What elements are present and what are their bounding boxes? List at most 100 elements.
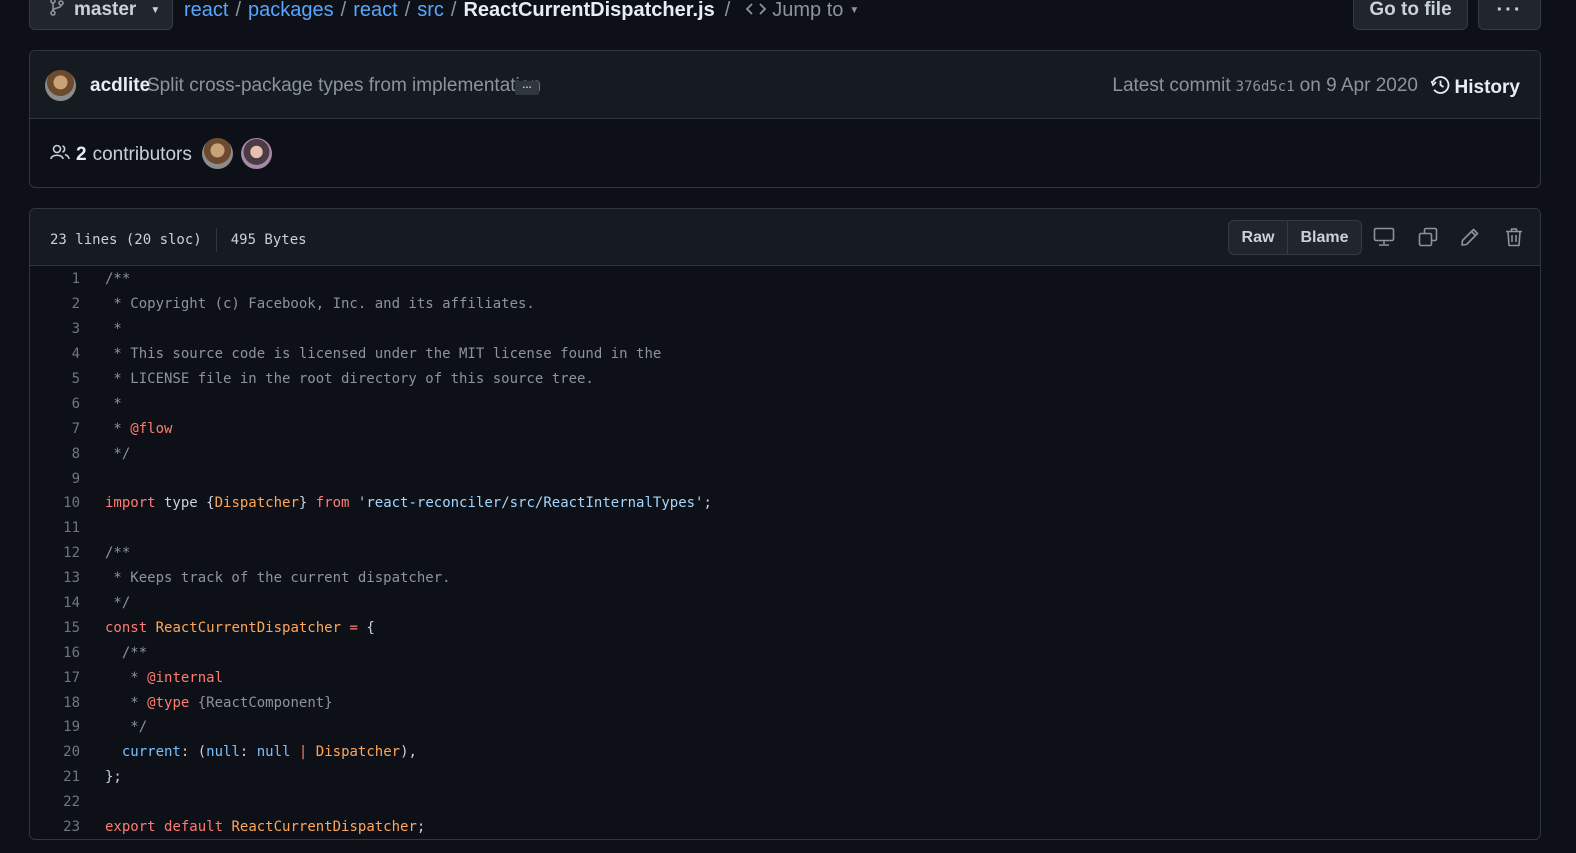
contributors-label: contributors [92, 144, 192, 165]
desktop-icon[interactable] [1373, 226, 1395, 248]
latest-commit-box: acdlite Split cross-package types from i… [29, 50, 1541, 188]
line-number[interactable]: 10 [30, 495, 80, 511]
code-line: 2 * Copyright (c) Facebook, Inc. and its… [30, 292, 1540, 317]
more-options-button[interactable]: ··· [1478, 0, 1541, 30]
code-text: * This source code is licensed under the… [105, 346, 661, 362]
code-text: /** [105, 545, 130, 561]
code-line: 13 * Keeps track of the current dispatch… [30, 566, 1540, 591]
code-token: * This source code is licensed under the… [105, 346, 662, 363]
contributors-row: 2 contributors [30, 119, 1540, 189]
line-number[interactable]: 5 [30, 371, 80, 387]
line-number[interactable]: 13 [30, 570, 80, 586]
code-text: */ [105, 595, 130, 611]
code-line: 7 * @flow [30, 416, 1540, 441]
line-number[interactable]: 14 [30, 595, 80, 611]
pencil-icon[interactable] [1459, 226, 1481, 248]
history-button[interactable]: History [1430, 75, 1520, 101]
code-text: */ [105, 446, 130, 462]
code-token: /** [105, 644, 148, 661]
breadcrumb-link-repo[interactable]: react [184, 0, 228, 22]
breadcrumb-link-src[interactable]: src [417, 0, 444, 22]
commit-message[interactable]: Split cross-package types from implement… [147, 75, 541, 97]
author-avatar[interactable] [45, 70, 76, 101]
line-number[interactable]: 22 [30, 794, 80, 810]
code-text: * @flow [105, 421, 172, 437]
code-line: 15 const ReactCurrentDispatcher = { [30, 615, 1540, 640]
file-info: 23 lines (20 sloc) 495 Bytes [50, 228, 307, 252]
code-text: * [105, 321, 122, 338]
contributors-count: 2 [76, 144, 87, 165]
code-token: ReactCurrentDispatcher [155, 619, 342, 636]
line-number[interactable]: 12 [30, 545, 80, 561]
line-number[interactable]: 2 [30, 296, 80, 312]
line-number[interactable]: 3 [30, 321, 80, 337]
copy-icon[interactable] [1417, 226, 1439, 248]
line-number[interactable]: 17 [30, 670, 80, 686]
line-number[interactable]: 4 [30, 346, 80, 362]
code-line: 16 /** [30, 640, 1540, 665]
breadcrumb: react / packages / react / src / ReactCu… [184, 0, 860, 22]
breadcrumb-link-packages[interactable]: packages [248, 0, 334, 22]
branch-name: master [74, 0, 137, 20]
file-header: 23 lines (20 sloc) 495 Bytes Raw Blame [30, 209, 1540, 266]
contributors-link[interactable]: 2 contributors [50, 143, 192, 167]
code-token: : ( [180, 744, 207, 761]
chevron-down-icon: ▼ [849, 4, 860, 16]
line-number[interactable]: 16 [30, 645, 80, 661]
raw-button[interactable]: Raw [1229, 221, 1288, 254]
code-token: * Keeps track of the current dispatcher. [105, 570, 451, 587]
line-count: 23 lines (20 sloc) [50, 232, 202, 248]
code-token: * Copyright (c) Facebook, Inc. and its a… [105, 296, 535, 313]
code-token: {ReactComponent} [189, 694, 333, 711]
code-token: ; [703, 495, 712, 512]
expand-commit-message-button[interactable]: … [515, 81, 539, 95]
code-line: 9 [30, 466, 1540, 491]
contributor-avatar[interactable] [202, 138, 233, 169]
code-token: current [121, 744, 181, 761]
code-line: 20 current: (null: null | Dispatcher), [30, 740, 1540, 765]
line-number[interactable]: 21 [30, 769, 80, 785]
commit-author[interactable]: acdlite [90, 75, 150, 97]
line-number[interactable]: 6 [30, 396, 80, 412]
code-text: * @type {ReactComponent} [105, 694, 333, 711]
commit-sha-link[interactable]: 376d5c1 [1236, 79, 1295, 95]
code-token: Dispatcher [214, 495, 299, 512]
git-branch-icon [50, 0, 64, 22]
line-number[interactable]: 7 [30, 421, 80, 437]
jump-to-button[interactable]: Jump to ▼ [745, 0, 860, 22]
code-listing: 1 /** 2 * Copyright (c) Facebook, Inc. and… [30, 266, 1540, 839]
code-token: }; [105, 769, 122, 786]
code-text: /** [105, 271, 130, 287]
line-number[interactable]: 9 [30, 471, 80, 487]
code-line: 21}; [30, 765, 1540, 790]
line-number[interactable]: 23 [30, 819, 80, 835]
go-to-file-button[interactable]: Go to file [1353, 0, 1468, 30]
trash-icon[interactable] [1503, 226, 1525, 248]
breadcrumb-link-react[interactable]: react [353, 0, 397, 22]
code-text: */ [105, 719, 147, 735]
line-number[interactable]: 1 [30, 271, 80, 287]
line-number[interactable]: 19 [30, 719, 80, 735]
line-number[interactable]: 8 [30, 446, 80, 462]
blame-button[interactable]: Blame [1288, 221, 1361, 254]
latest-commit-info: Latest commit 376d5c1 on 9 Apr 2020 [1112, 75, 1418, 97]
code-token: Dispatcher [315, 744, 401, 761]
contributor-avatar[interactable] [241, 138, 272, 169]
code-token: * [105, 321, 122, 338]
code-token: @flow [130, 420, 173, 437]
branch-select-button[interactable]: master ▼ [29, 0, 173, 30]
line-number[interactable]: 11 [30, 520, 80, 536]
code-token: * [105, 694, 148, 711]
code-text: current: (null: null | Dispatcher), [105, 744, 417, 760]
line-number[interactable]: 18 [30, 695, 80, 711]
code-token: null [256, 744, 291, 761]
code-token: /** [105, 271, 131, 288]
file-actions-button-group: Raw Blame [1228, 220, 1362, 255]
code-token: */ [105, 595, 131, 612]
line-number[interactable]: 15 [30, 620, 80, 636]
people-icon [50, 143, 70, 167]
chevron-down-icon: ▼ [150, 4, 161, 16]
code-text: }; [105, 769, 122, 785]
line-number[interactable]: 20 [30, 744, 80, 760]
